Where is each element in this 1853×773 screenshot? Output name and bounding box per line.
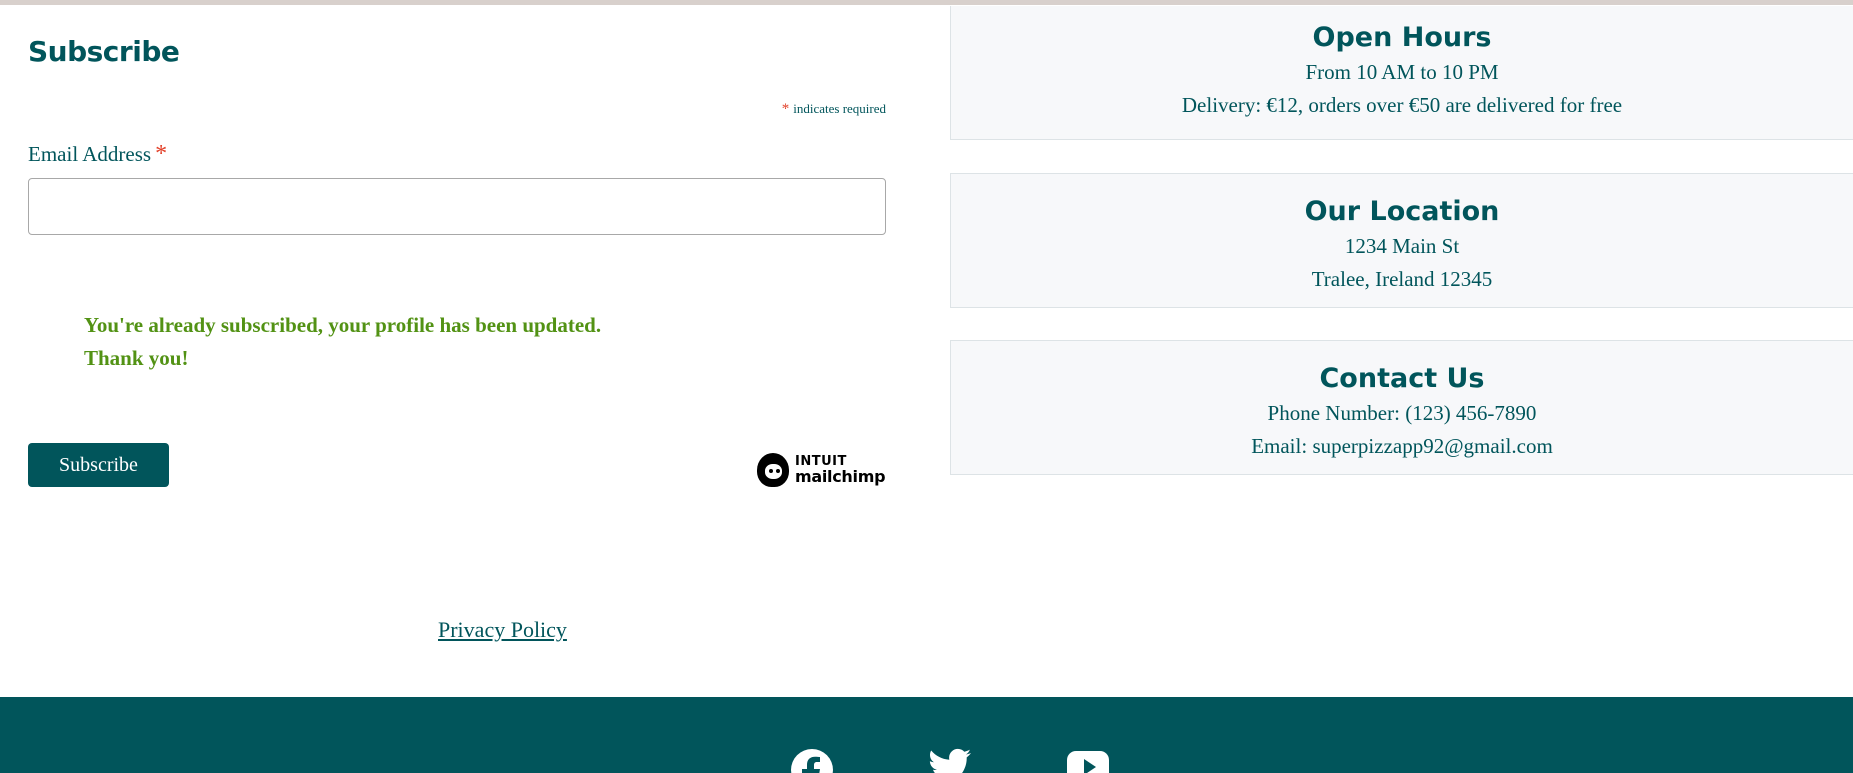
address-street: 1234 Main St <box>1344 234 1460 258</box>
twitter-icon[interactable] <box>928 748 972 773</box>
footer <box>0 697 1853 773</box>
open-hours-line: From 10 AM to 10 PM <box>1305 60 1499 84</box>
required-note: * indicates required <box>782 101 886 118</box>
contact-title: Contact Us <box>1319 363 1485 394</box>
contact-phone: Phone Number: (123) 456-7890 <box>1267 401 1537 425</box>
email-label-text: Email Address <box>28 142 152 166</box>
delivery-line: Delivery: €12, orders over €50 are deliv… <box>1181 93 1623 117</box>
privacy-policy-link[interactable]: Privacy Policy <box>438 617 567 643</box>
required-asterisk: * <box>781 101 790 117</box>
location-title: Our Location <box>1304 196 1500 227</box>
email-label: Email Address * <box>28 141 167 168</box>
top-border-strip <box>0 0 1853 5</box>
contact-email: Email: superpizzapp92@gmail.com <box>1251 434 1553 458</box>
subscribe-button[interactable]: Subscribe <box>28 443 169 487</box>
address-city: Tralee, Ireland 12345 <box>1311 267 1493 291</box>
youtube-icon[interactable] <box>1066 748 1110 773</box>
mailchimp-brand-text: mailchimp <box>795 467 886 486</box>
open-hours-title: Open Hours <box>1312 22 1492 53</box>
required-note-text: indicates required <box>793 101 886 116</box>
location-box: Our Location 1234 Main St Tralee, Irelan… <box>950 173 1853 308</box>
mailchimp-freddie-icon <box>757 453 789 487</box>
open-hours-box: Open Hours From 10 AM to 10 PM Delivery:… <box>950 6 1853 140</box>
contact-box: Contact Us Phone Number: (123) 456-7890 … <box>950 340 1853 475</box>
email-input[interactable] <box>28 178 886 235</box>
email-required-asterisk: * <box>155 141 168 167</box>
facebook-icon[interactable] <box>790 748 834 773</box>
success-message: You're already subscribed, your profile … <box>84 313 602 370</box>
subscribe-heading: Subscribe <box>28 35 180 68</box>
mailchimp-logo[interactable]: INTUIT mailchimp <box>757 451 887 489</box>
